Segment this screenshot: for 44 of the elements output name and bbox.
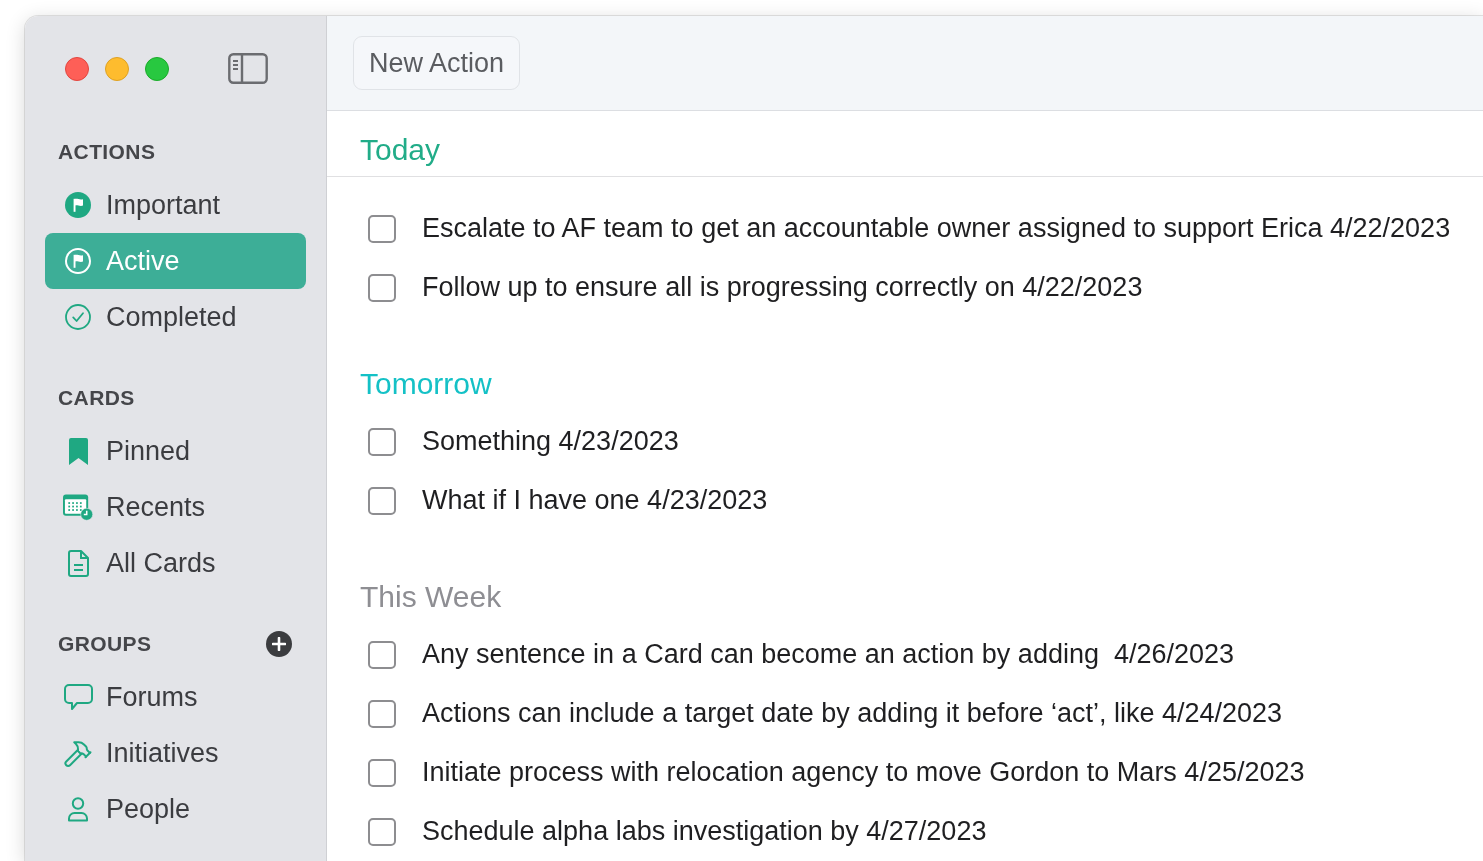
flag-circle-icon bbox=[65, 192, 91, 218]
action-text: Any sentence in a Card can become an action by adding 4/26/2023 bbox=[422, 639, 1235, 670]
bookmark-icon bbox=[68, 437, 88, 465]
action-text: Escalate to AF team to get an accountable owner assigned to support Erica 4/22/2023 bbox=[422, 213, 1451, 244]
checkbox[interactable] bbox=[368, 640, 396, 669]
action-text: Follow up to ensure all is progressing correctly on 4/22/2023 bbox=[422, 272, 1143, 303]
checkbox[interactable] bbox=[368, 758, 396, 787]
sidebar-item[interactable]: Forums bbox=[45, 669, 306, 725]
sidebar-item[interactable]: Completed bbox=[45, 289, 306, 345]
checkbox[interactable] bbox=[368, 427, 396, 456]
sidebar-item[interactable]: All Cards bbox=[45, 535, 306, 591]
new-action-button[interactable]: New Action bbox=[353, 36, 521, 90]
speech-bubble-icon bbox=[63, 684, 93, 710]
sidebar-item[interactable]: Recents bbox=[45, 479, 306, 535]
checkbox[interactable] bbox=[368, 214, 396, 243]
action-text: Schedule alpha labs investigation by 4/27/2023 bbox=[422, 816, 987, 847]
calendar-clock-icon bbox=[63, 493, 93, 521]
person-icon bbox=[67, 796, 89, 822]
action-text: What if I have one 4/23/2023 bbox=[422, 485, 768, 516]
document-icon bbox=[67, 549, 89, 577]
checkbox[interactable] bbox=[368, 486, 396, 515]
action-text: Something 4/23/2023 bbox=[422, 426, 679, 457]
checkbox[interactable] bbox=[368, 273, 396, 302]
action-text: Actions can include a target date by adding it before ‘act’, like 4/24/2023 bbox=[422, 698, 1283, 729]
checkbox[interactable] bbox=[368, 817, 396, 846]
sidebar-item[interactable]: People bbox=[45, 781, 306, 837]
action-text: Initiate process with relocation agency to move Gordon to Mars 4/25/2023 bbox=[422, 757, 1305, 788]
check-circle-icon bbox=[65, 304, 91, 330]
add-icon[interactable] bbox=[266, 631, 292, 657]
section-heading: Tomorrow bbox=[360, 369, 492, 399]
window-minimize-icon[interactable] bbox=[105, 56, 129, 81]
checkbox[interactable] bbox=[368, 699, 396, 728]
sidebar-section-heading: ACTIONS bbox=[58, 140, 156, 164]
sidebar-item[interactable]: Pinned bbox=[45, 423, 306, 479]
flag-circle-icon bbox=[65, 248, 91, 274]
sidebar-section-heading: GROUPS bbox=[58, 632, 152, 656]
sidebar-toggle-icon[interactable] bbox=[228, 53, 268, 84]
window-maximize-icon[interactable] bbox=[145, 56, 169, 81]
sidebar-section-heading: CARDS bbox=[58, 386, 135, 410]
section-heading: This Week bbox=[360, 582, 502, 612]
section-heading: Today bbox=[360, 135, 441, 165]
window-close-icon[interactable] bbox=[65, 56, 89, 81]
sidebar-item[interactable]: Initiatives bbox=[45, 725, 306, 781]
sidebar-item[interactable]: Important bbox=[45, 177, 306, 233]
